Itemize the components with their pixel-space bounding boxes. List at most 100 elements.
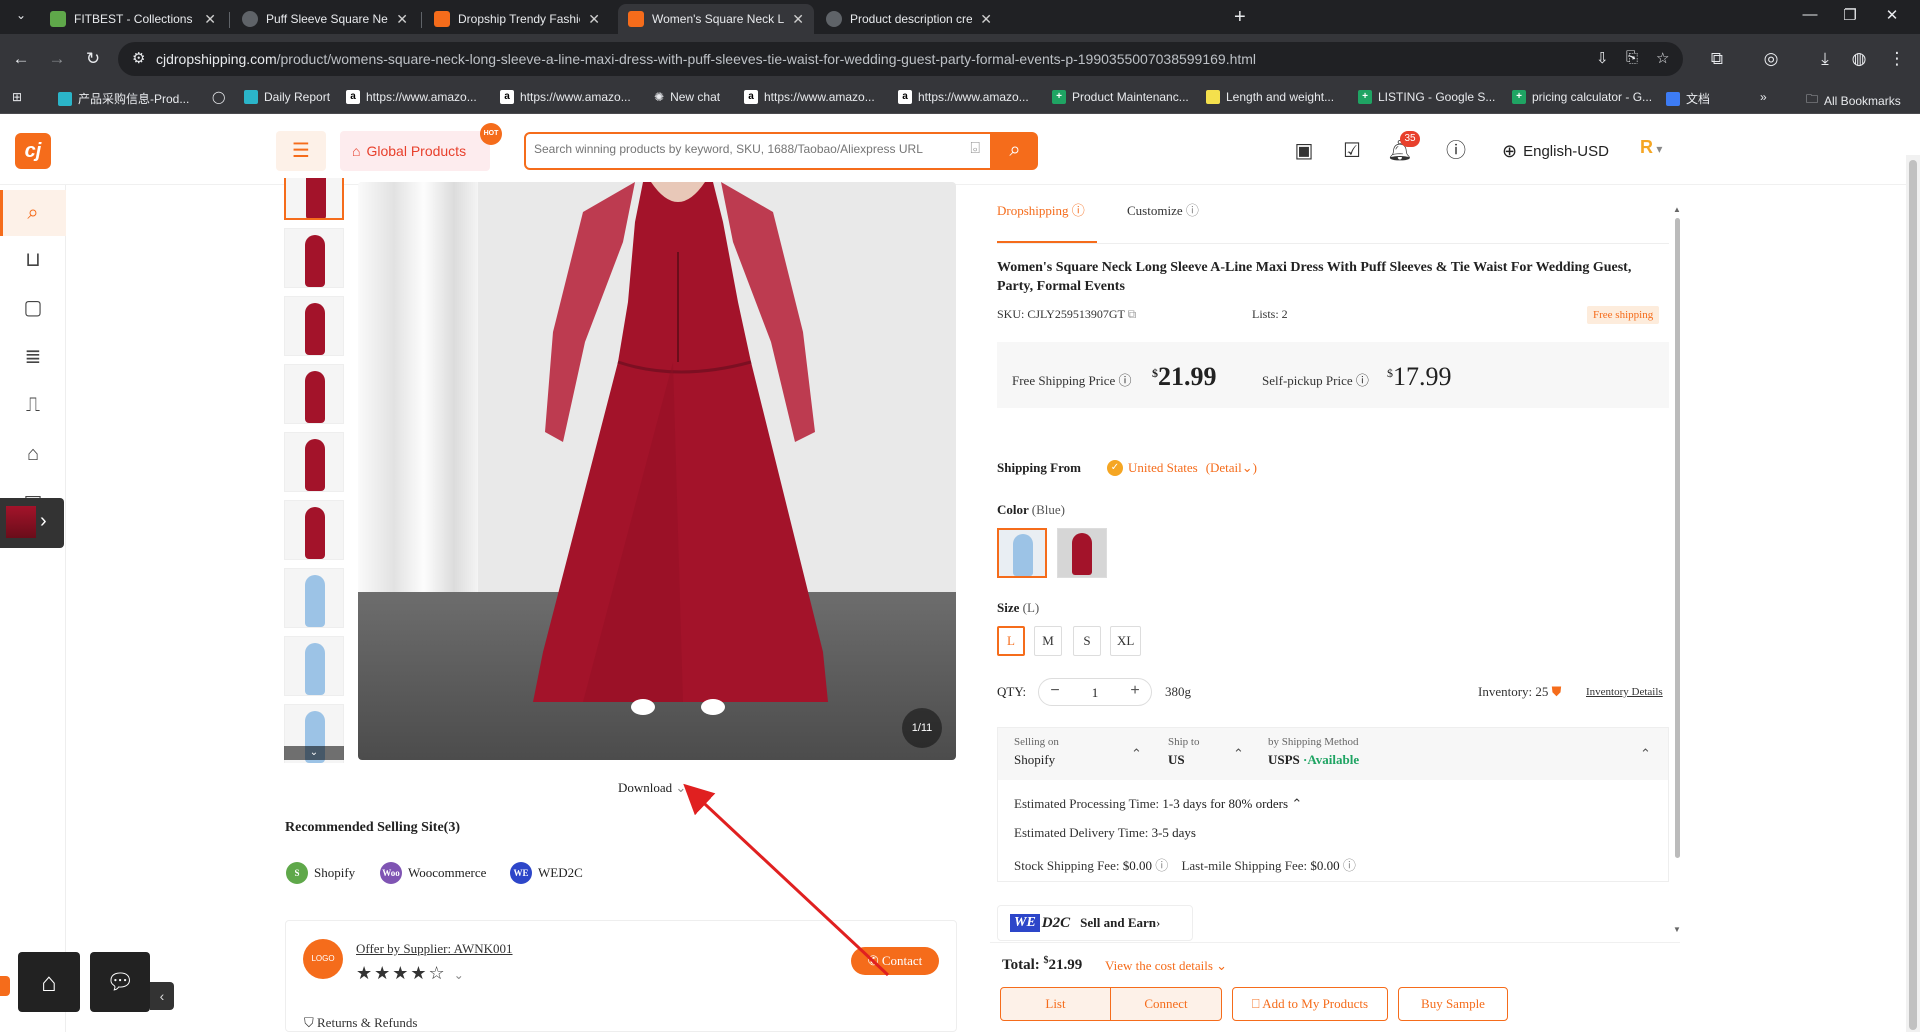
orders-icon[interactable]: ≣ (18, 342, 48, 372)
gallery-thumbnail[interactable] (284, 636, 344, 696)
page-scrollbar-thumb[interactable] (1909, 160, 1917, 1030)
share-icon[interactable]: ⎘ (1626, 49, 1638, 66)
cj-logo[interactable]: cj (15, 133, 51, 169)
help-circle-icon[interactable]: ⓘ (1343, 858, 1356, 873)
bookmark-item[interactable]: a https://www.amazo... (898, 90, 1029, 104)
tab-dropshipping[interactable]: Dropshipping ⓘ (997, 200, 1085, 219)
help-circle-icon[interactable]: ⓘ (1186, 203, 1199, 218)
bookmark-item[interactable]: 产品采购信息-Prod... (58, 90, 189, 107)
shopping-bag-icon[interactable]: ▢ (18, 293, 48, 323)
video-icon[interactable]: ▣ (1290, 137, 1318, 165)
help-circle-icon[interactable]: ⓘ (1072, 203, 1085, 218)
qty-value[interactable]: 1 (1075, 685, 1115, 701)
extensions-icon[interactable]: ⧉ (1704, 46, 1730, 72)
bookmark-item[interactable]: Daily Report (244, 90, 330, 104)
size-option-l[interactable]: L (997, 626, 1025, 656)
copy-icon[interactable]: ⧉ (1128, 307, 1137, 321)
scroll-up-arrow-icon[interactable]: ▲ (1673, 205, 1681, 214)
floating-orange-tab[interactable] (0, 976, 10, 996)
add-to-my-products-button[interactable]: ⎕ Add to My Products (1232, 987, 1388, 1021)
close-tab-icon[interactable]: ✕ (980, 11, 992, 28)
chevron-up-icon[interactable]: ⌃ (1291, 796, 1302, 811)
supplier-name-link[interactable]: Offer by Supplier: AWNK001 (356, 941, 513, 957)
thumbnail-scroll-down-icon[interactable]: ⌄ (284, 746, 344, 760)
search-button[interactable]: ⌕ (992, 132, 1038, 170)
close-tab-icon[interactable]: ✕ (792, 11, 804, 28)
floating-menu-button[interactable]: ⌂ (18, 952, 80, 1012)
selling-on-selector[interactable]: Selling on Shopify (1014, 736, 1059, 768)
floating-chat-button[interactable]: 💬︎ (90, 952, 150, 1012)
cart-icon[interactable]: ⊔ (18, 245, 48, 275)
qty-decrease-button[interactable]: − (1043, 682, 1067, 700)
bookmark-item[interactable]: + LISTING - Google S... (1358, 90, 1495, 104)
apps-grid-icon[interactable]: ⊞ (12, 90, 22, 104)
bookmark-item[interactable]: 文档 (1666, 90, 1710, 107)
bookmark-item[interactable]: Length and weight... (1206, 90, 1334, 104)
color-swatch-blue[interactable] (997, 528, 1047, 578)
browser-menu-icon[interactable]: ⋮ (1884, 46, 1910, 72)
help-circle-icon[interactable]: ⓘ (1155, 858, 1171, 873)
connect-button[interactable]: Connect (1111, 988, 1221, 1020)
all-bookmarks[interactable]: 🗀 All Bookmarks (1806, 90, 1901, 111)
info-panel-scrollbar-thumb[interactable] (1675, 218, 1680, 858)
list-button[interactable]: List (1001, 988, 1111, 1020)
tab-customize[interactable]: Customize ⓘ (1127, 200, 1199, 219)
bookmark-item[interactable]: a https://www.amazo... (500, 90, 631, 104)
product-search-icon[interactable]: ⌕ (18, 198, 48, 228)
restore-window-icon[interactable]: ❐ (1830, 6, 1870, 24)
bookmark-item[interactable]: + Product Maintenanc... (1052, 90, 1189, 104)
address-bar[interactable]: ⚙ cjdropshipping.com/product/womens-squa… (118, 42, 1683, 76)
category-menu-button[interactable]: ☰ (276, 131, 326, 171)
gallery-thumbnail[interactable] (284, 568, 344, 628)
gallery-thumbnail[interactable] (284, 500, 344, 560)
more-bookmarks-icon[interactable]: » (1760, 90, 1767, 104)
clip-icon[interactable]: ⎍ (18, 390, 48, 420)
new-tab-button[interactable]: + (1234, 6, 1246, 29)
help-icon[interactable]: ⓘ (1442, 137, 1470, 165)
install-app-icon[interactable]: ⇩ (1596, 49, 1609, 67)
close-window-icon[interactable]: ✕ (1872, 6, 1912, 24)
shipping-method-selector[interactable]: by Shipping Method USPS ·Available (1268, 736, 1359, 768)
global-products-button[interactable]: ⌂ Global Products (340, 131, 490, 171)
site-info-icon[interactable]: ⚙ (132, 49, 145, 67)
store-icon[interactable]: ⌂ (18, 439, 48, 469)
gallery-thumbnail[interactable] (284, 296, 344, 356)
search-box[interactable]: ⌻ (524, 132, 992, 170)
profile-avatar-icon[interactable]: ◍ (1846, 46, 1872, 72)
ship-to-selector[interactable]: Ship to US (1168, 736, 1199, 768)
shipping-from-value[interactable]: ✓ United States (Detail ⌄) (1107, 460, 1257, 476)
bookmark-item[interactable]: ◯ (212, 90, 225, 104)
close-tab-icon[interactable]: ✕ (396, 11, 408, 28)
browser-tab-active[interactable]: Women's Square Neck Long Sle ✕ (618, 4, 814, 34)
color-swatch-red[interactable] (1057, 528, 1107, 578)
scroll-down-arrow-icon[interactable]: ▼ (1673, 925, 1681, 934)
close-tab-icon[interactable]: ✕ (204, 11, 216, 28)
user-avatar[interactable]: R ▾ (1640, 137, 1662, 158)
gallery-thumbnail[interactable] (284, 228, 344, 288)
browser-tab[interactable]: Product description creation ✕ (816, 4, 1002, 34)
chevron-down-icon[interactable]: ⌄ (454, 968, 466, 982)
chevron-up-icon[interactable]: ⌃ (1131, 746, 1142, 762)
shipping-detail-link[interactable]: (Detail (1206, 460, 1242, 476)
returns-refunds[interactable]: ⛉ Returns & Refunds (304, 1015, 417, 1031)
site-chip-wed2c[interactable]: WE WED2C (510, 858, 583, 888)
url-text[interactable]: cjdropshipping.com/product/womens-square… (156, 51, 1256, 67)
bookmark-star-icon[interactable]: ☆ (1656, 49, 1669, 67)
forward-icon[interactable]: → (44, 46, 70, 72)
inventory-details-link[interactable]: Inventory Details (1586, 686, 1663, 698)
size-option-xl[interactable]: XL (1110, 626, 1142, 656)
gallery-thumbnail[interactable] (284, 432, 344, 492)
chevron-up-icon[interactable]: ⌃ (1233, 746, 1244, 762)
contact-button[interactable]: ✆ Contact (851, 947, 939, 975)
cost-details-link[interactable]: View the cost details ⌄ (1105, 958, 1227, 974)
camera-icon[interactable]: ⌻ (970, 140, 980, 158)
gallery-thumbnail[interactable] (284, 364, 344, 424)
bookmark-item[interactable]: ✺ New chat (654, 90, 720, 104)
download-button[interactable]: Download ⌄ (618, 780, 686, 796)
gallery-thumbnail[interactable] (284, 178, 344, 220)
tab-search-icon[interactable]: ⌄ (10, 8, 32, 28)
help-circle-icon[interactable]: ⓘ (1353, 373, 1369, 388)
minimize-window-icon[interactable]: — (1790, 6, 1830, 23)
chevron-right-icon[interactable]: › (40, 510, 47, 533)
screenshot-icon[interactable]: ◎ (1758, 46, 1784, 72)
